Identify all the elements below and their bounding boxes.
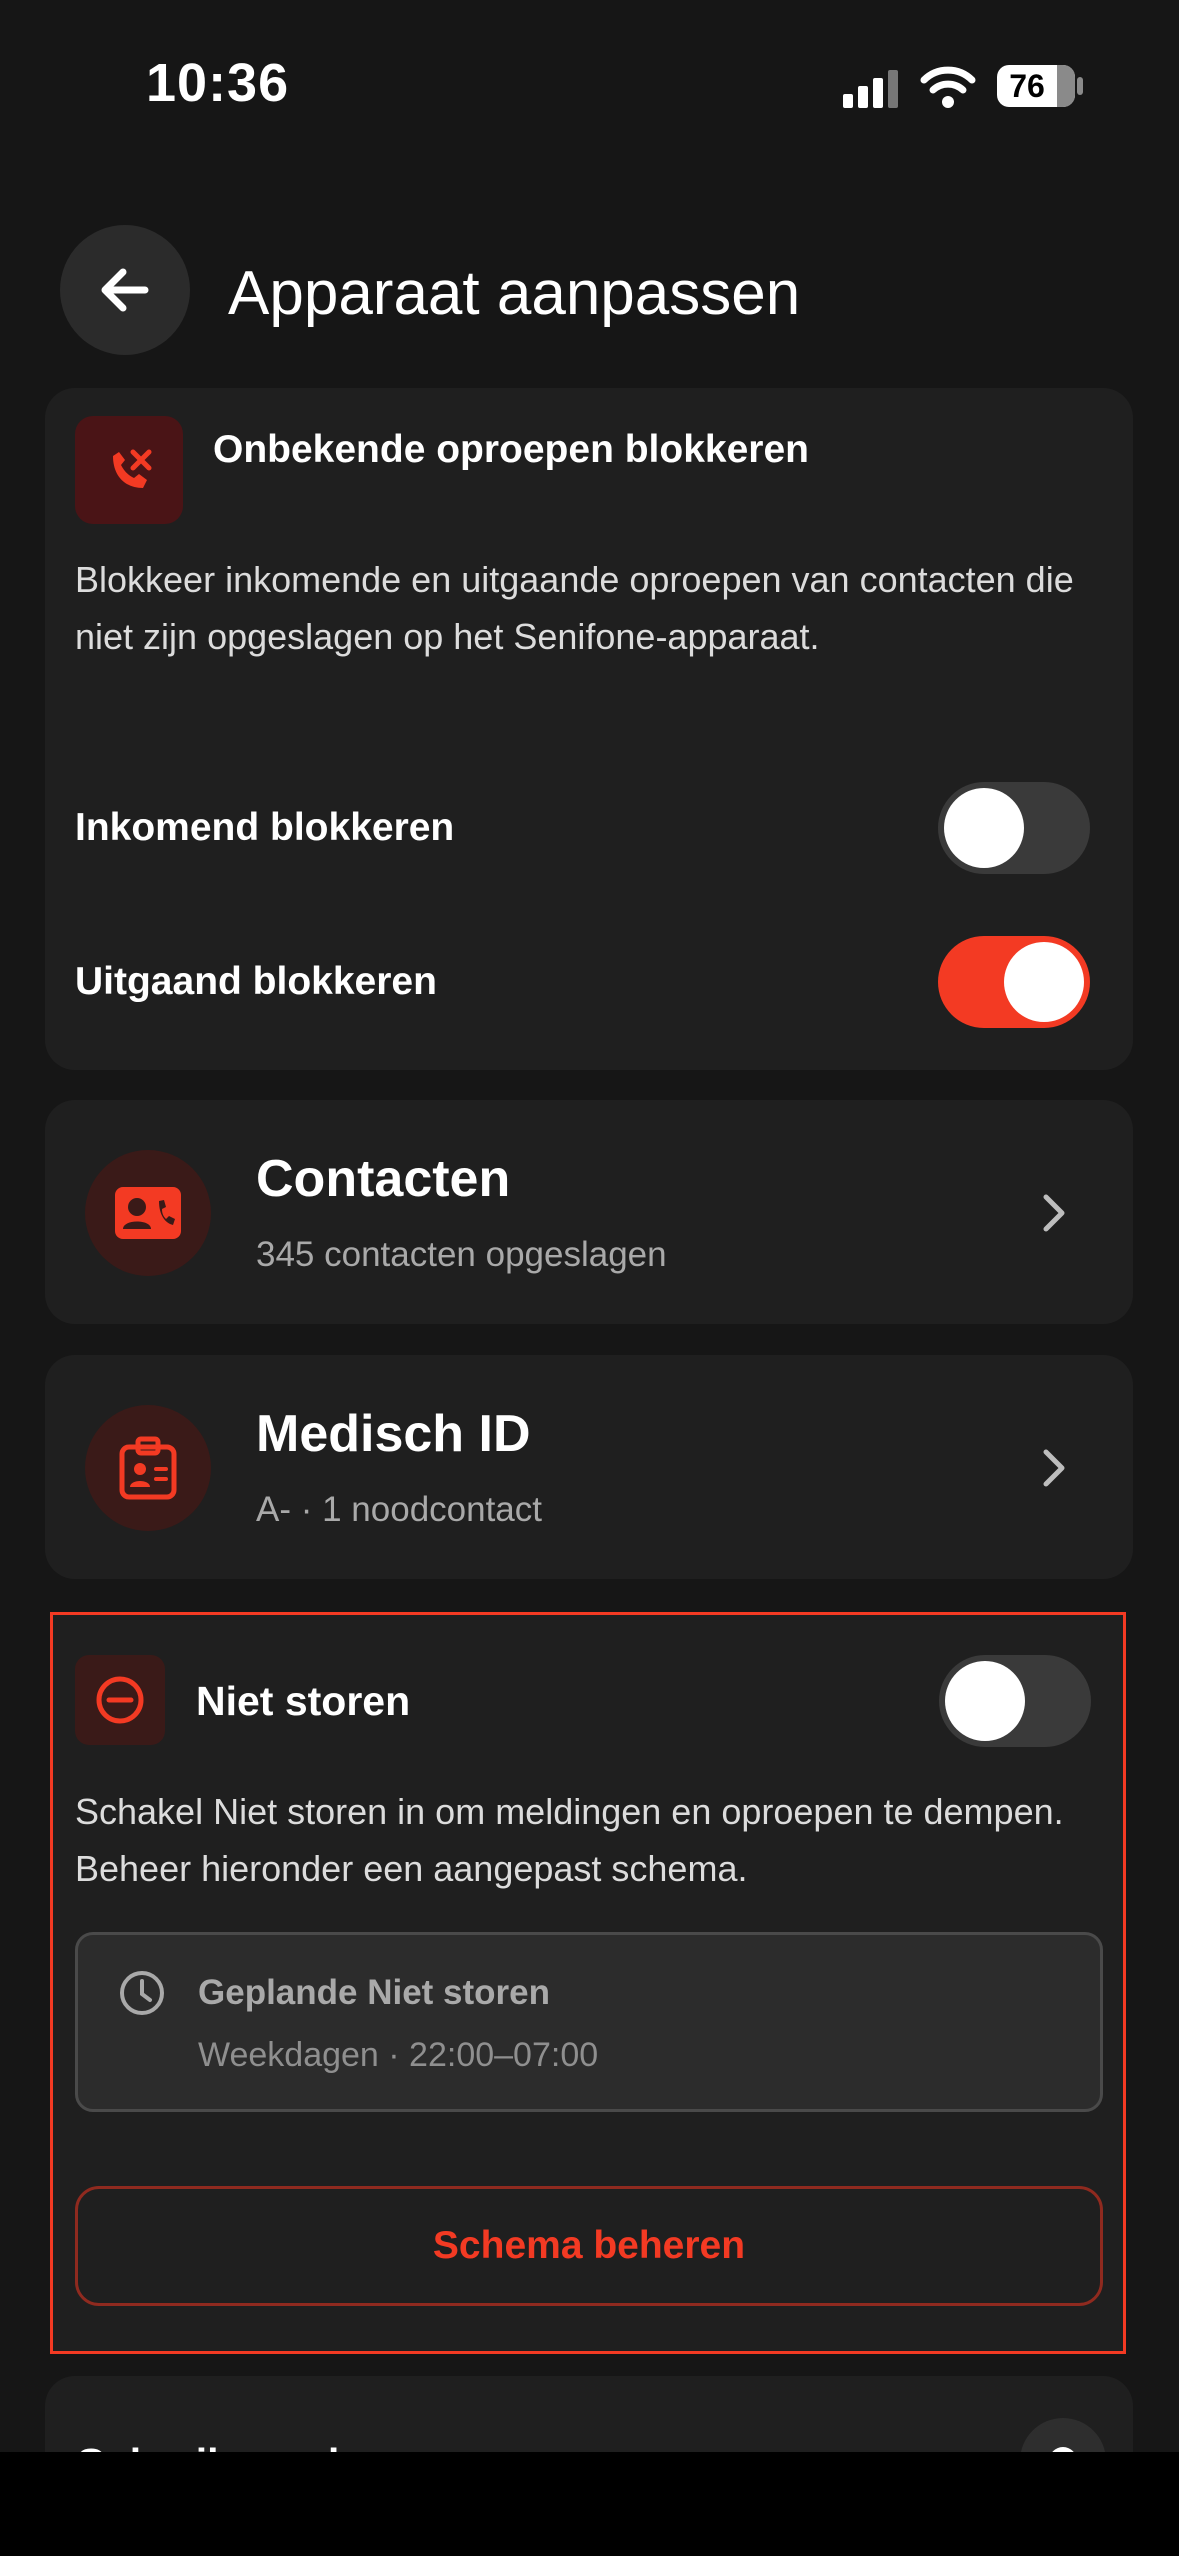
wifi-icon [920,66,976,108]
dnd-title: Niet storen [196,1678,411,1724]
clock-icon [120,1971,164,2015]
dnd-card: Niet storen Schakel Niet storen in om me… [50,1612,1126,2354]
outgoing-block-label: Uitgaand blokkeren [75,960,437,1003]
contacts-title: Contacten [256,1150,511,1208]
arrow-left-icon [101,268,149,312]
dnd-icon-box [75,1655,165,1745]
status-time: 10:36 [146,53,290,113]
toggle-knob [945,1661,1025,1741]
battery-cap [1077,77,1083,95]
battery-icon: 76 [997,65,1075,107]
dnd-schedule-subtitle: Weekdagen · 22:00–07:00 [198,2036,599,2074]
id-badge-icon [119,1436,177,1500]
block-calls-icon-box [75,416,183,524]
chevron-right-icon [1043,1194,1065,1232]
dnd-schedule-title: Geplande Niet storen [198,1973,551,2012]
manage-schedule-button[interactable]: Schema beheren [75,2186,1103,2306]
phone-blocked-icon [113,449,152,488]
incoming-block-toggle[interactable] [938,782,1090,874]
contacts-subtitle: 345 contacten opgeslagen [256,1235,667,1274]
toggle-knob [944,788,1024,868]
contacts-icon-circle [85,1150,211,1276]
minus-circle-icon [96,1676,144,1724]
dnd-toggle[interactable] [939,1655,1091,1747]
block-calls-title: Onbekende oproepen blokkeren [213,428,809,471]
chevron-right-icon [1043,1449,1065,1487]
back-button[interactable] [60,225,190,355]
toggle-knob [1004,942,1084,1022]
medical-icon-circle [85,1405,211,1531]
signal-icon [843,70,898,108]
medical-id-title: Medisch ID [256,1405,531,1463]
block-calls-card: Onbekende oproepen blokkeren Blokkeer in… [45,388,1133,1070]
contact-card-icon [115,1187,181,1239]
status-bar: 10:36 76 [0,0,1179,170]
medical-id-subtitle: A- · 1 noodcontact [256,1490,542,1529]
contacts-row[interactable]: Contacten 345 contacten opgeslagen [45,1100,1133,1324]
bottom-safe-area [0,2452,1179,2556]
dnd-description: Schakel Niet storen in om meldingen en o… [75,1791,1064,1889]
block-calls-description: Blokkeer inkomende en uitgaande oproepen… [75,559,1074,657]
incoming-block-label: Inkomend blokkeren [75,806,455,849]
medical-id-row[interactable]: Medisch ID A- · 1 noodcontact [45,1355,1133,1579]
page-title: Apparaat aanpassen [228,259,801,328]
battery-level: 76 [1009,68,1045,104]
outgoing-block-toggle[interactable] [938,936,1090,1028]
dnd-schedule-box: Geplande Niet storen Weekdagen · 22:00–0… [75,1932,1103,2112]
